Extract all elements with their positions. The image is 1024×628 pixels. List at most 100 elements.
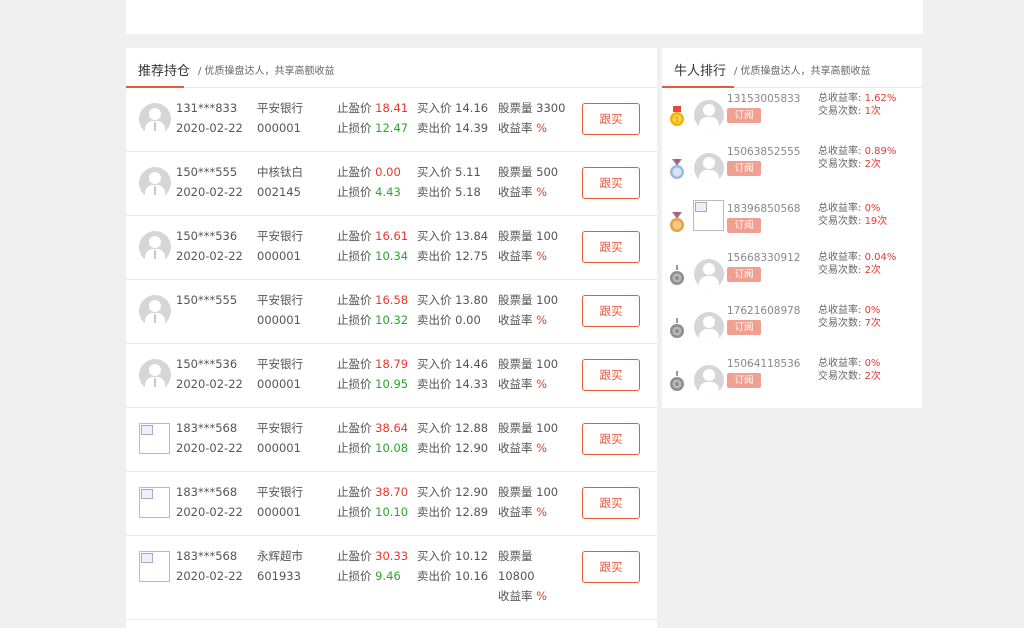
active-tab-underline: [662, 86, 734, 88]
take-profit-value: 30.33: [375, 549, 409, 563]
stock-name: 平安银行: [257, 421, 303, 435]
avatar-head: [149, 364, 161, 376]
stock-info: 平安银行 000001: [257, 418, 303, 458]
avatar-head: [703, 104, 715, 116]
trade-count-value: 2次: [864, 265, 881, 276]
total-yield-value: 0.89%: [864, 146, 897, 157]
take-profit-value: 18.41: [375, 101, 409, 115]
follow-buy-button[interactable]: 跟买: [582, 295, 640, 327]
total-yield-value: 1.62%: [864, 93, 897, 104]
user-info: 150***536 2020-02-22: [176, 354, 243, 394]
volume-yield: 股票量 500 收益率 %: [498, 162, 558, 202]
take-profit: 止盈价 30.33: [337, 549, 409, 563]
yield: 收益率 %: [498, 313, 548, 327]
avatar-body: [699, 170, 719, 183]
subscribe-button[interactable]: 订阅: [727, 108, 761, 123]
trade-prices: 买入价 5.11 卖出价 5.18: [417, 162, 481, 202]
subscribe-button[interactable]: 订阅: [727, 267, 761, 282]
gear-medal-icon: [669, 371, 685, 393]
volume: 股票量 100: [498, 357, 559, 371]
take-profit: 止盈价 0.00: [337, 165, 401, 179]
price-limits: 止盈价 0.00 止损价 4.43: [337, 162, 401, 202]
follow-buy-button[interactable]: 跟买: [582, 359, 640, 391]
user-info: 150***536 2020-02-22: [176, 226, 243, 266]
panel-subtitle: / 优质操盘达人，共享高额收益: [734, 66, 871, 77]
stop-loss-value: 10.08: [375, 441, 409, 455]
panel-title: 牛人排行: [674, 64, 727, 79]
stop-loss-value: 10.10: [375, 505, 409, 519]
user-info: 183***568 2020-02-22: [176, 482, 243, 522]
avatar-head: [149, 236, 161, 248]
trade-prices: 买入价 13.84 卖出价 12.75: [417, 226, 488, 266]
holding-row: 183***568 2020-02-22 永辉超市 601933 止盈价 30.33 止损…: [126, 536, 657, 620]
follow-buy-button[interactable]: 跟买: [582, 551, 640, 583]
buy-price: 买入价 14.16: [417, 101, 489, 115]
holdings-list: 131***833 2020-02-22 平安银行 000001 止盈价 18.41 止损…: [126, 88, 657, 620]
trader-phone: 15063852555: [727, 146, 801, 158]
trade-count-value: 2次: [864, 371, 881, 382]
top-traders-panel: 牛人排行 / 优质操盘达人，共享高额收益 1 13153005833 订阅 总收益率:…: [662, 48, 922, 408]
volume: 股票量 100: [498, 485, 559, 499]
volume: 股票量 100: [498, 421, 559, 435]
take-profit-value: 16.61: [375, 229, 409, 243]
total-yield: 总收益率: 0.89%: [818, 146, 897, 157]
stock-code: 000001: [257, 505, 301, 519]
avatar: [139, 359, 171, 391]
stock-name: 平安银行: [257, 357, 303, 371]
volume-yield: 股票量 100 收益率 %: [498, 290, 558, 330]
holding-row: 150***555 平安银行 000001 止盈价 16.58 止损价 10.32 买入…: [126, 280, 657, 344]
user-info: 131***833 2020-02-22: [176, 98, 243, 138]
trader-phone: 15064118536: [727, 358, 801, 370]
user-info: 183***568 2020-02-22: [176, 418, 243, 458]
avatar: [694, 312, 724, 342]
subscribe-button[interactable]: 订阅: [727, 161, 761, 176]
user-id: 150***555: [176, 293, 238, 307]
stock-info: 平安银行 000001: [257, 482, 303, 522]
follow-buy-button[interactable]: 跟买: [582, 487, 640, 519]
trade-prices: 买入价 12.90 卖出价 12.89: [417, 482, 488, 522]
total-yield: 总收益率: 0.04%: [818, 252, 897, 263]
volume: 股票量 100: [498, 229, 559, 243]
total-yield-value: 0.04%: [864, 252, 897, 263]
user-id: 150***536: [176, 357, 238, 371]
yield: 收益率 %: [498, 377, 548, 391]
buy-price: 买入价 13.84: [417, 229, 489, 243]
subscribe-button[interactable]: 订阅: [727, 373, 761, 388]
avatar: [139, 103, 171, 135]
trade-count-value: 2次: [864, 159, 881, 170]
stop-loss-value: 12.47: [375, 121, 409, 135]
ranking-item: 17621608978 订阅 总收益率: 0% 交易次数: 7次: [662, 302, 922, 355]
sell-price: 卖出价 12.90: [417, 441, 489, 455]
stop-loss-value: 10.34: [375, 249, 409, 263]
stock-name: 中核钛白: [257, 165, 303, 179]
post-date: 2020-02-22: [176, 569, 243, 583]
subscribe-button[interactable]: 订阅: [727, 320, 761, 335]
avatar: [694, 100, 724, 130]
panel-header: 推荐持仓 / 优质操盘达人，共享高额收益: [126, 48, 657, 88]
gold-medal-icon: 1: [669, 106, 685, 128]
gear-medal-icon: [669, 318, 685, 340]
svg-text:1: 1: [675, 116, 679, 124]
total-yield: 总收益率: 0%: [818, 358, 881, 369]
yield: 收益率 %: [498, 185, 548, 199]
total-yield-value: 0%: [864, 203, 881, 214]
broken-image-icon: [141, 553, 153, 563]
yield-suffix: %: [536, 589, 548, 603]
take-profit: 止盈价 18.79: [337, 357, 409, 371]
yield-suffix: %: [536, 249, 548, 263]
follow-buy-button[interactable]: 跟买: [582, 231, 640, 263]
stop-loss-value: 9.46: [375, 569, 401, 583]
trade-count-value: 7次: [864, 318, 881, 329]
stop-loss-value: 10.32: [375, 313, 409, 327]
follow-buy-button[interactable]: 跟买: [582, 167, 640, 199]
stock-name: 平安银行: [257, 485, 303, 499]
take-profit-value: 0.00: [375, 165, 401, 179]
volume-yield: 股票量 100 收益率 %: [498, 226, 558, 266]
subscribe-button[interactable]: 订阅: [727, 218, 761, 233]
volume-yield: 股票量 3300 收益率 %: [498, 98, 565, 138]
follow-buy-button[interactable]: 跟买: [582, 103, 640, 135]
follow-buy-button[interactable]: 跟买: [582, 423, 640, 455]
ranking-item: 18396850568 订阅 总收益率: 0% 交易次数: 19次: [662, 196, 922, 249]
volume-value: 10800: [498, 569, 535, 583]
broken-image-avatar: [693, 200, 724, 231]
